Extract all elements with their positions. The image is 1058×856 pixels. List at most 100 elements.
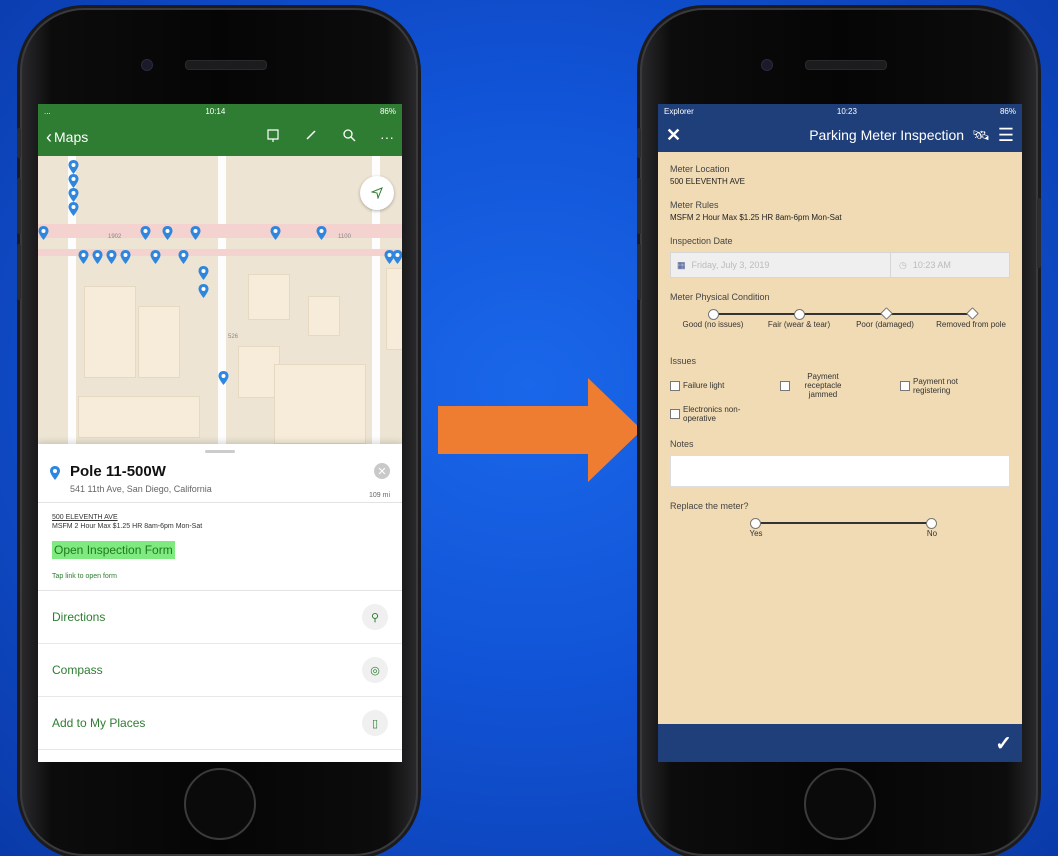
map-pin-icon[interactable] [92, 250, 103, 264]
field-label: Meter Location [670, 164, 730, 174]
carrier-label: Explorer [664, 106, 694, 116]
map-pin-icon[interactable] [316, 226, 327, 240]
status-bar: Explorer 10:23 86% [658, 104, 1022, 118]
time-field[interactable]: ◷ 10:23 AM [891, 252, 1010, 278]
map-pin-icon[interactable] [38, 226, 49, 240]
slider-option-label: No [926, 529, 938, 538]
home-button[interactable] [184, 768, 256, 840]
time-value: 10:23 AM [912, 260, 951, 270]
poi-distance: 109 mi [368, 492, 390, 499]
action-directions[interactable]: Directions ⚲ [38, 591, 402, 644]
chevron-left-icon: ‹ [46, 126, 52, 147]
menu-icon[interactable]: ☰ [998, 125, 1014, 146]
building [386, 268, 402, 350]
poi-title: Pole 11-500W [70, 463, 166, 480]
slider-stop[interactable] [880, 307, 893, 320]
earpiece-speaker [805, 60, 887, 70]
building [308, 296, 340, 336]
pencil-icon[interactable] [304, 128, 318, 147]
map-pin-icon[interactable] [198, 284, 209, 298]
map-pin-icon[interactable] [120, 250, 131, 264]
earpiece-speaker [185, 60, 267, 70]
bookmark-icon[interactable] [266, 128, 280, 147]
map-pin-icon[interactable] [198, 266, 209, 280]
field-label: Notes [670, 439, 694, 449]
map-pin-icon[interactable] [68, 174, 79, 188]
action-add-to-my-places[interactable]: Add to My Places ▯ [38, 697, 402, 750]
slider-stop[interactable] [794, 309, 805, 320]
arrow-right-icon [438, 378, 642, 482]
field-label: Replace the meter? [670, 501, 749, 511]
issue-checkbox[interactable]: Payment not registering [900, 372, 1000, 399]
poi-description-line: 500 ELEVENTH AVE [52, 514, 118, 521]
status-bar: ... 10:14 86% [38, 104, 402, 118]
map-pin-icon[interactable] [106, 250, 117, 264]
inspection-date-input[interactable]: ▦ Friday, July 3, 2019 ◷ 10:23 AM [670, 252, 1010, 278]
action-label: Directions [52, 610, 106, 624]
checkbox[interactable] [670, 380, 680, 391]
slider-option-label: Removed from pole [936, 320, 1006, 329]
close-icon[interactable]: ✕ [666, 125, 681, 146]
satellite-icon[interactable]: 🛰 [972, 127, 990, 144]
search-icon[interactable] [342, 128, 356, 147]
meter-rules-value: MSFM 2 Hour Max $1.25 HR 8am-6pm Mon-Sat [670, 213, 842, 222]
map-pin-icon[interactable] [190, 226, 201, 240]
open-inspection-form-link[interactable]: Open Inspection Form [52, 541, 175, 559]
poi-actions: Directions ⚲ Compass ◎ Add to My Places … [38, 591, 402, 750]
inspection-form-screen: Explorer 10:23 86% ✕ Parking Meter Inspe… [658, 104, 1022, 762]
time-label: 10:23 [836, 106, 857, 116]
compass-icon: ◎ [362, 657, 388, 683]
slider-option-label: Fair (wear & tear) [767, 320, 831, 329]
action-label: Add to My Places [52, 716, 146, 730]
condition-slider[interactable] [670, 307, 1010, 320]
slider-stop[interactable] [926, 518, 937, 529]
map-pin-icon[interactable] [178, 250, 189, 264]
mute-switch [637, 128, 641, 158]
front-camera [141, 59, 153, 71]
maps-screen: ... 10:14 86% ‹ Maps ··· 1902 1100 526 P… [38, 104, 402, 762]
date-field[interactable]: ▦ Friday, July 3, 2019 [670, 252, 891, 278]
issue-checkbox[interactable]: Payment receptacle jammed [780, 372, 900, 399]
map-pin-icon[interactable] [68, 160, 79, 174]
field-label: Inspection Date [670, 236, 733, 246]
map-pin-icon[interactable] [68, 202, 79, 216]
checkbox[interactable] [900, 380, 910, 391]
slider-stop[interactable] [750, 518, 761, 529]
map-pin-icon[interactable] [78, 250, 89, 264]
map-view[interactable]: 1902 1100 526 [38, 156, 402, 446]
slider-track [754, 522, 930, 524]
map-pin-icon[interactable] [150, 250, 161, 264]
issue-label: Electronics non-operative [683, 405, 741, 423]
replace-slider[interactable] [670, 517, 1010, 529]
date-value: Friday, July 3, 2019 [691, 260, 770, 270]
map-pin-icon[interactable] [218, 371, 229, 385]
home-button[interactable] [804, 768, 876, 840]
location-arrow-icon [371, 187, 383, 199]
locate-button[interactable] [360, 176, 394, 210]
map-pin-icon[interactable] [270, 226, 281, 240]
notes-input[interactable] [670, 455, 1010, 487]
map-pin-icon[interactable] [68, 188, 79, 202]
close-icon[interactable]: ✕ [374, 463, 390, 479]
action-compass[interactable]: Compass ◎ [38, 644, 402, 697]
building [248, 274, 290, 320]
slider-stop[interactable] [966, 307, 979, 320]
slider-stop[interactable] [708, 309, 719, 320]
checkmark-icon[interactable]: ✓ [995, 731, 1012, 756]
building [138, 306, 180, 378]
back-button[interactable]: ‹ Maps [46, 127, 88, 148]
maps-navbar: ‹ Maps ··· [38, 118, 402, 156]
map-pin-icon[interactable] [162, 226, 173, 240]
poi-card: Pole 11-500W 541 11th Ave, San Diego, Ca… [38, 444, 402, 762]
issue-checkbox[interactable]: Electronics non-operative [670, 405, 780, 423]
issue-checkbox[interactable]: Failure light [670, 372, 780, 399]
checkbox[interactable] [780, 380, 790, 391]
map-pin-icon[interactable] [140, 226, 151, 240]
map-pin-icon[interactable] [384, 250, 395, 264]
volume-down-button [637, 244, 641, 300]
more-icon[interactable]: ··· [380, 129, 394, 145]
road [218, 156, 226, 446]
checkbox[interactable] [670, 409, 680, 419]
building [274, 364, 366, 444]
field-label: Meter Rules [670, 200, 719, 210]
